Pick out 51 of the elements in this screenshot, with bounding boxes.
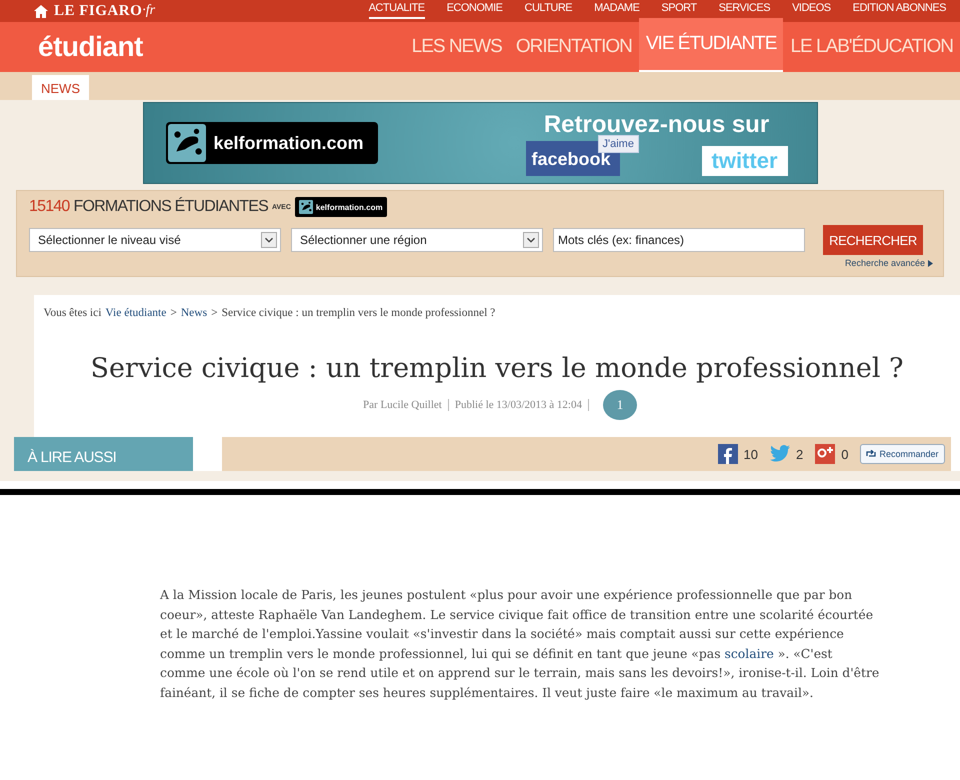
main-nav-tab[interactable]: VIE ÉTUDIANTE <box>638 18 784 72</box>
share-count: 2 <box>796 446 804 462</box>
region-select[interactable]: Sélectionner une région <box>291 228 543 252</box>
panel-title: FORMATIONS ÉTUDIANTES <box>74 198 268 216</box>
breadcrumb-separator: > <box>170 307 177 319</box>
top-nav-link[interactable]: CULTURE <box>524 2 572 19</box>
section-logo[interactable]: étudiant <box>38 31 143 63</box>
top-nav-link[interactable]: ECONOMIE <box>446 2 502 19</box>
breadcrumb-separator: > <box>211 307 218 319</box>
caret-icon <box>261 232 277 248</box>
top-nav-link[interactable]: SPORT <box>661 2 697 19</box>
breadcrumb-current: Service civique : un tremplin vers le monde professionnel ? <box>222 307 496 319</box>
main-nav-tab[interactable]: LE LAB'ÉDUCATION <box>783 22 960 72</box>
top-nav-link[interactable]: SERVICES <box>718 2 770 19</box>
site-logo-suffix: ·fr <box>142 3 156 19</box>
keywords-field[interactable]: Mots clés (ex: finances) <box>553 228 805 252</box>
logo-text: kelformation.com <box>316 202 383 212</box>
home-icon[interactable] <box>34 4 48 18</box>
advanced-search-link[interactable]: Recherche avancée <box>844 258 933 268</box>
author: Par Lucile Quillet <box>357 399 449 411</box>
ad-banner[interactable]: kelformation.com Retrouvez-nous sur facebook J'aime twitter <box>142 102 818 184</box>
logo-text: kelformation.com <box>214 132 364 154</box>
search-button[interactable]: RECHERCHER <box>823 225 923 255</box>
share-count: 0 <box>841 446 848 462</box>
read-also-heading: À LIRE AUSSI <box>14 437 192 471</box>
level-select[interactable]: Sélectionner le niveau visé <box>29 228 281 252</box>
publish-date: Publié le 13/03/2013 à 12:04 <box>448 399 589 411</box>
subnav-tab[interactable]: NEWS <box>32 75 89 100</box>
article-paragraph: A la Mission locale de Paris, les jeunes postulent «plus pour avoir une expérience professionnelle que par bon coeur», atteste Raphaële Van Landeghem. Le service civique fait office de transition entre une scolarité écourtée et le marché de l'emploi.Yassine voulait «s'investir dans la société» mais comptait aussi sur cette expérience comme un tremplin vers le monde professionnel, lui qui se définit en tant que jeune «pas scolaire ». «C'est comme une école où l'on se rend utile et on apprend sur le terrain, mais sans les devoirs!», ironise-t-il. Loin d'être fainéant, il se fiche de compter ses heures supplémentaires. Il veut juste faire «le maximum au travail». <box>160 586 880 702</box>
like-button[interactable]: J'aime <box>598 134 639 152</box>
repeat-icon <box>866 450 876 458</box>
arrow-icon <box>928 260 933 266</box>
main-nav-tab[interactable]: ORIENTATION <box>508 22 639 72</box>
top-nav-link[interactable]: EDITION ABONNES <box>852 2 946 19</box>
main-nav-tab[interactable]: LES NEWS <box>404 22 509 72</box>
caret-icon <box>523 232 539 248</box>
article-title: Service civique : un tremplin vers le monde professionnel ? <box>89 353 905 384</box>
top-nav-link[interactable]: VIDEOS <box>792 2 831 19</box>
course-count: 15140 <box>29 198 70 216</box>
share-count: 10 <box>744 446 758 462</box>
top-nav-link[interactable]: MADAME <box>594 2 640 19</box>
breadcrumb-link[interactable]: News <box>180 307 208 319</box>
facebook-icon[interactable] <box>718 444 738 464</box>
top-nav-link[interactable]: ACTUALITE <box>368 2 425 19</box>
recommend-button[interactable]: Recommander <box>860 444 944 464</box>
site-logo[interactable]: LE FIGARO <box>54 2 142 20</box>
breadcrumb-link[interactable]: Vie étudiante <box>105 307 166 319</box>
google-plus-icon[interactable] <box>815 444 836 464</box>
breadcrumb-label: Vous êtes ici <box>44 307 102 319</box>
inline-link[interactable]: scolaire <box>724 646 774 660</box>
comment-count[interactable]: 1 <box>602 390 637 420</box>
